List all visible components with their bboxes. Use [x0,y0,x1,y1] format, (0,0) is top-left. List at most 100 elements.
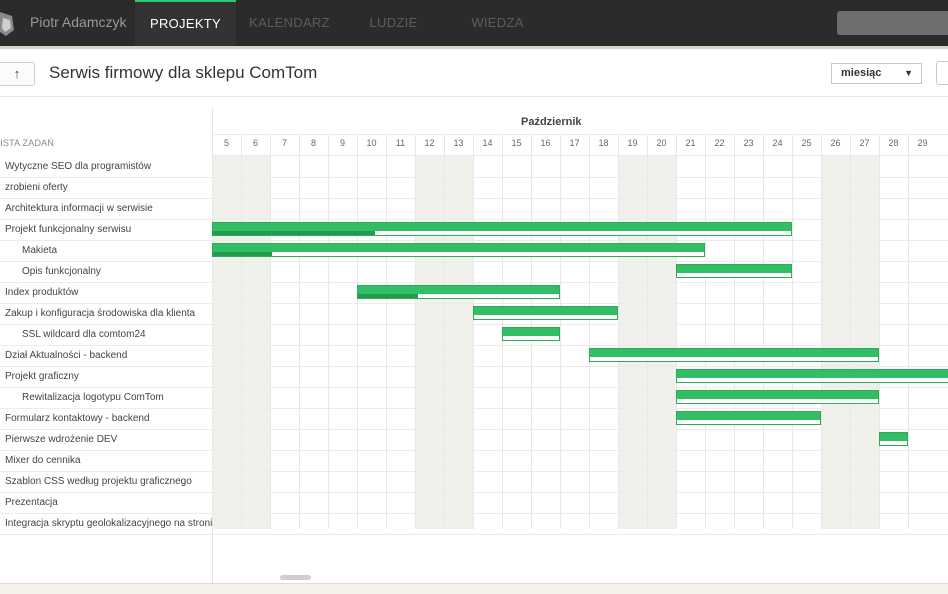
row-gridline [212,534,948,535]
day-gridline [241,134,242,529]
task-bar[interactable] [357,285,560,299]
month-label: Październik [521,116,582,128]
gantt-chart: LISTA ZADAŃ Wytyczne SEO dla programistó… [0,108,948,584]
weekend-column [444,156,473,529]
task-bar-fill [677,265,791,273]
task-label[interactable]: Mixer do cennika [5,450,212,471]
task-label[interactable]: Pierwsze wdrożenie DEV [5,429,212,450]
day-label: 20 [656,138,667,148]
task-bar-progress [213,252,272,256]
tab-kalendarz[interactable]: KALENDARZ [238,0,341,46]
weekend-column [212,156,241,529]
day-gridline [386,134,387,529]
task-bar[interactable] [589,348,879,362]
subtask-label[interactable]: Rewitalizacja logotypu ComTom [22,387,212,408]
day-label: 22 [714,138,725,148]
day-gridline [850,134,851,529]
day-label: 15 [511,138,522,148]
row-gridline [212,387,948,388]
task-label[interactable]: Prezentacja [5,492,212,513]
day-gridline [589,134,590,529]
subtask-label[interactable]: SSL wildcard dla comtom24 [22,324,212,345]
task-label[interactable]: Integracja skryptu geolokalizacyjnego na… [5,513,212,534]
day-label: 13 [453,138,464,148]
day-gridline [415,134,416,529]
row-gridline [212,261,948,262]
task-label[interactable]: Formularz kontaktowy - backend [5,408,212,429]
day-gridline [705,134,706,529]
task-label[interactable]: Projekt graficzny [5,366,212,387]
day-label: 21 [685,138,696,148]
logo-icon[interactable] [0,8,16,38]
day-gridline [473,134,474,529]
task-bar[interactable] [502,327,560,341]
task-label[interactable]: Dział Aktualności - backend [5,345,212,366]
day-label: 14 [482,138,493,148]
day-label: 11 [395,138,406,148]
subtask-label[interactable]: Opis funkcjonalny [22,261,212,282]
tab-projekty[interactable]: PROJEKTY [135,0,236,48]
task-label[interactable]: Zakup i konfiguracja środowiska dla klie… [5,303,212,324]
task-bar[interactable] [676,411,821,425]
day-gridline [270,134,271,529]
row-gridline [212,450,948,451]
day-gridline [357,134,358,529]
task-label[interactable]: Architektura informacji w serwisie [5,198,212,219]
task-list: LISTA ZADAŃ Wytyczne SEO dla programistó… [0,108,213,584]
back-button[interactable]: ↑ [0,62,35,86]
task-label[interactable]: Wytyczne SEO dla programistów [5,156,212,177]
day-gridline [212,134,213,529]
subtask-label[interactable]: Makieta [22,240,212,261]
tab-ludzie[interactable]: LUDZIE [343,0,444,46]
task-bar[interactable] [879,432,908,446]
page-title: Serwis firmowy dla sklepu ComTom [49,63,318,82]
day-label: 23 [743,138,754,148]
day-gridline [328,134,329,529]
day-label: 8 [310,138,316,148]
day-label: 12 [424,138,435,148]
day-label: 29 [917,138,928,148]
search-box[interactable] [837,11,948,35]
task-label[interactable]: Index produktów [5,282,212,303]
task-bar[interactable] [212,243,705,257]
row-divider [0,534,212,535]
day-label: 27 [859,138,870,148]
day-gridline [821,134,822,529]
day-label: 25 [801,138,812,148]
day-gridline [647,134,648,529]
horizontal-scrollbar[interactable] [280,575,311,580]
day-label: 19 [627,138,638,148]
top-navigation-bar: Piotr Adamczyk PROJEKTY KALENDARZ LUDZIE… [0,0,948,49]
row-gridline [212,429,948,430]
task-bar[interactable] [676,264,792,278]
task-bar-fill [213,223,791,231]
row-gridline [212,366,948,367]
day-label: 24 [772,138,783,148]
row-gridline [212,513,948,514]
day-label: 26 [830,138,841,148]
task-bar-fill [213,244,704,252]
weekend-column [850,156,879,529]
tab-wiedza[interactable]: WIEDZA [446,0,549,46]
toolbar-button[interactable] [936,61,948,85]
task-label[interactable]: Szablon CSS według projektu graficznego [5,471,212,492]
weekend-column [821,156,850,529]
chevron-down-icon: ▼ [904,68,913,78]
day-label: 18 [598,138,609,148]
user-name[interactable]: Piotr Adamczyk [30,14,126,30]
task-bar[interactable] [676,390,879,404]
task-label[interactable]: zrobieni oferty [5,177,212,198]
task-label[interactable]: Projekt funkcjonalny serwisu [5,219,212,240]
view-select-value: miesiąc [841,67,882,79]
view-select[interactable]: miesiąc ▼ [831,63,922,84]
task-bar[interactable] [676,369,948,383]
day-label: 9 [339,138,345,148]
task-bar[interactable] [212,222,792,236]
header-gridline [212,134,948,135]
task-bar[interactable] [473,306,618,320]
day-gridline [560,134,561,529]
task-bar-fill [677,412,820,420]
day-label: 7 [281,138,287,148]
row-gridline [212,492,948,493]
task-bar-fill [358,286,559,294]
